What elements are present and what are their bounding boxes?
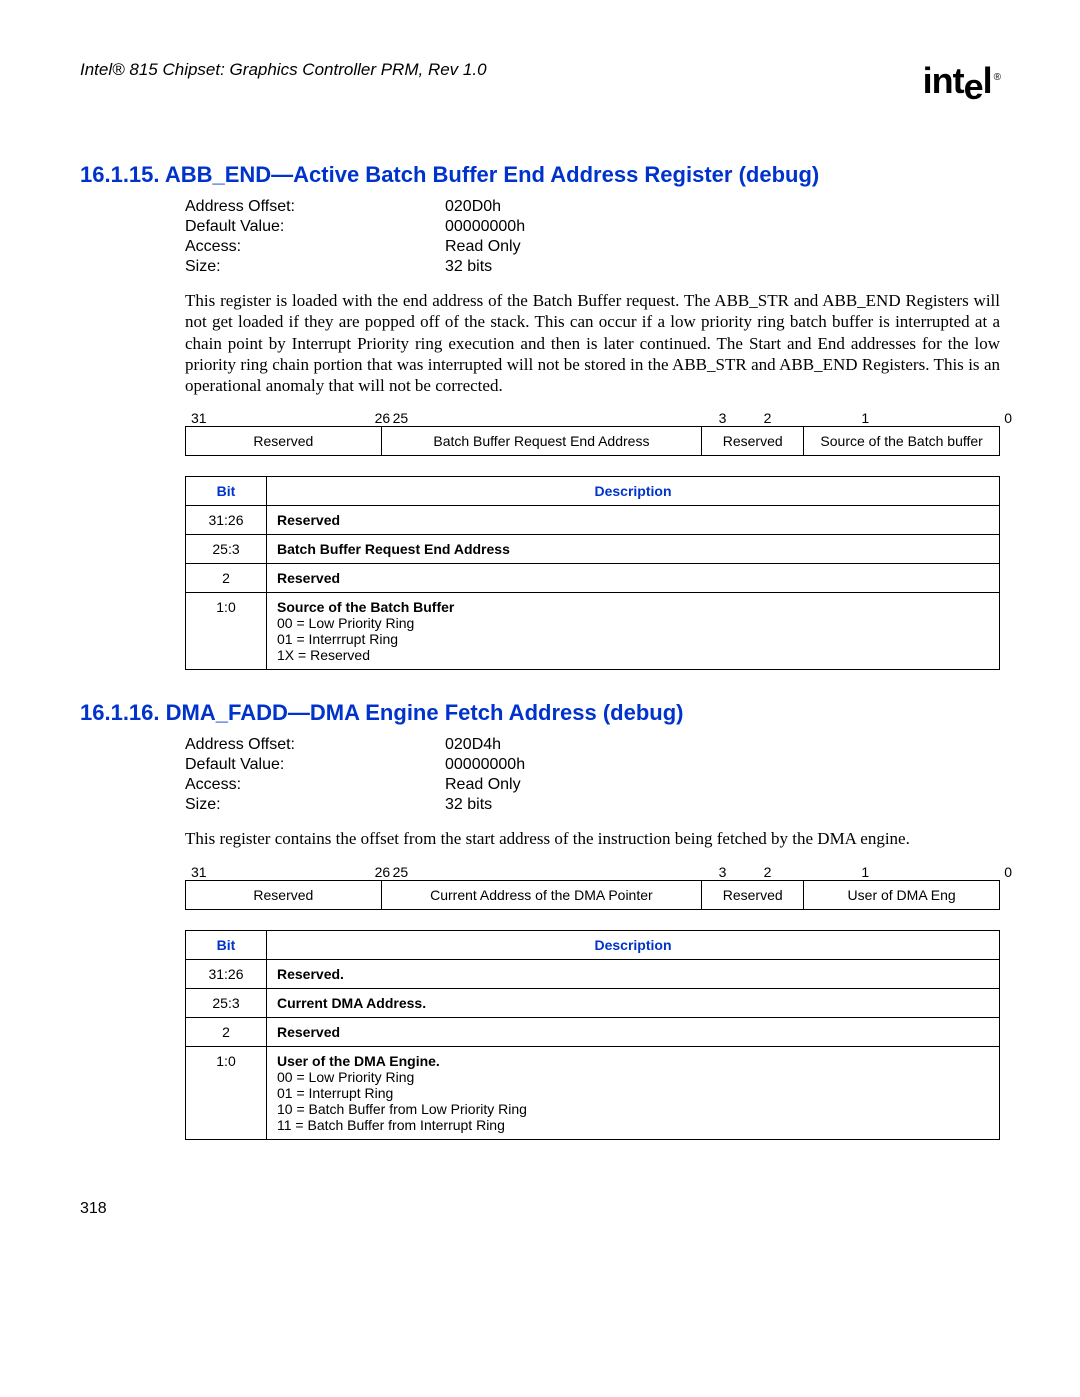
table-row: 2 Reserved	[186, 564, 1000, 593]
bit-layout-1: 31 26 25 3 2 1 0 Reserved Batch Buffer R…	[185, 410, 1000, 456]
bitfield-user: User of DMA Eng	[804, 880, 1000, 909]
table-header-description: Description	[267, 477, 1000, 506]
bit-range: 31:26	[186, 506, 267, 535]
meta-value: Read Only	[445, 776, 525, 796]
bit-range: 25:3	[186, 988, 267, 1017]
bit-number: 31	[185, 864, 387, 880]
bit-number: 0	[914, 864, 1018, 880]
bit-range: 2	[186, 1017, 267, 1046]
section-number: 16.1.16.	[80, 700, 160, 725]
page-number: 318	[80, 1200, 1000, 1218]
meta-label: Size:	[185, 796, 445, 816]
bit-number: 25	[387, 864, 719, 880]
meta-label: Address Offset:	[185, 198, 445, 218]
meta-label: Default Value:	[185, 756, 445, 776]
bitfield-reserved: Reserved	[702, 880, 804, 909]
meta-value: 00000000h	[445, 218, 525, 238]
section-number: 16.1.15.	[80, 162, 160, 187]
bit-number: 31	[185, 410, 387, 426]
bit-title: Batch Buffer Request End Address	[277, 541, 510, 557]
bit-title: User of the DMA Engine.	[277, 1053, 440, 1069]
description-table-1: Bit Description 31:26 Reserved 25:3 Batc…	[185, 476, 1000, 670]
table-header-bit: Bit	[186, 930, 267, 959]
bit-title: Reserved	[277, 1024, 340, 1040]
register-meta-1: Address Offset:020D0h Default Value:0000…	[185, 198, 525, 278]
table-row: 1:0 User of the DMA Engine. 00 = Low Pri…	[186, 1046, 1000, 1139]
table-row: 31:26 Reserved.	[186, 959, 1000, 988]
section-title: ABB_END—Active Batch Buffer End Address …	[165, 162, 819, 187]
table-row: 31:26 Reserved	[186, 506, 1000, 535]
bit-range: 31:26	[186, 959, 267, 988]
bit-number: 0	[914, 410, 1018, 426]
bit-title: Source of the Batch Buffer	[277, 599, 454, 615]
bit-range: 1:0	[186, 1046, 267, 1139]
bitfield-reserved: Reserved	[186, 880, 382, 909]
meta-value: 32 bits	[445, 796, 525, 816]
meta-label: Default Value:	[185, 218, 445, 238]
table-header-bit: Bit	[186, 477, 267, 506]
meta-label: Address Offset:	[185, 736, 445, 756]
bit-body: 00 = Low Priority Ring 01 = Interrrupt R…	[277, 615, 414, 663]
section-title: DMA_FADD—DMA Engine Fetch Address (debug…	[166, 700, 684, 725]
table-header-description: Description	[267, 930, 1000, 959]
bitfield-source: Source of the Batch buffer	[804, 427, 1000, 456]
bit-layout-2: 31 26 25 3 2 1 0 Reserved Current Addres…	[185, 864, 1000, 910]
bit-range: 1:0	[186, 593, 267, 670]
meta-value: 020D0h	[445, 198, 525, 218]
bit-title: Current DMA Address.	[277, 995, 426, 1011]
description-table-2: Bit Description 31:26 Reserved. 25:3 Cur…	[185, 930, 1000, 1140]
bitfield-bbrea: Batch Buffer Request End Address	[381, 427, 701, 456]
table-row: 25:3 Current DMA Address.	[186, 988, 1000, 1017]
meta-value: 020D4h	[445, 736, 525, 756]
section-heading-2: 16.1.16. DMA_FADD—DMA Engine Fetch Addre…	[80, 700, 1000, 726]
bitfield-reserved: Reserved	[702, 427, 804, 456]
bit-number: 1	[816, 410, 914, 426]
meta-label: Access:	[185, 776, 445, 796]
bit-number: 1	[816, 864, 914, 880]
bit-range: 25:3	[186, 535, 267, 564]
section-paragraph-1: This register is loaded with the end add…	[185, 290, 1000, 396]
section-paragraph-2: This register contains the offset from t…	[185, 828, 1000, 849]
intel-logo: intel®	[923, 60, 1000, 102]
page-header: Intel® 815 Chipset: Graphics Controller …	[80, 60, 1000, 102]
register-meta-2: Address Offset:020D4h Default Value:0000…	[185, 736, 525, 816]
meta-label: Size:	[185, 258, 445, 278]
table-row: 1:0 Source of the Batch Buffer 00 = Low …	[186, 593, 1000, 670]
meta-label: Access:	[185, 238, 445, 258]
meta-value: 32 bits	[445, 258, 525, 278]
table-row: 2 Reserved	[186, 1017, 1000, 1046]
meta-value: 00000000h	[445, 756, 525, 776]
bit-body: 00 = Low Priority Ring 01 = Interrupt Ri…	[277, 1069, 527, 1133]
bitfield-reserved: Reserved	[186, 427, 382, 456]
bit-range: 2	[186, 564, 267, 593]
meta-value: Read Only	[445, 238, 525, 258]
doc-title: Intel® 815 Chipset: Graphics Controller …	[80, 60, 487, 80]
bit-title: Reserved.	[277, 966, 344, 982]
table-row: 25:3 Batch Buffer Request End Address	[186, 535, 1000, 564]
bit-number: 2	[719, 864, 817, 880]
bit-title: Reserved	[277, 512, 340, 528]
bit-title: Reserved	[277, 570, 340, 586]
bitfield-curaddr: Current Address of the DMA Pointer	[381, 880, 701, 909]
bit-number: 2	[719, 410, 817, 426]
bit-number: 25	[387, 410, 719, 426]
section-heading-1: 16.1.15. ABB_END—Active Batch Buffer End…	[80, 162, 1000, 188]
